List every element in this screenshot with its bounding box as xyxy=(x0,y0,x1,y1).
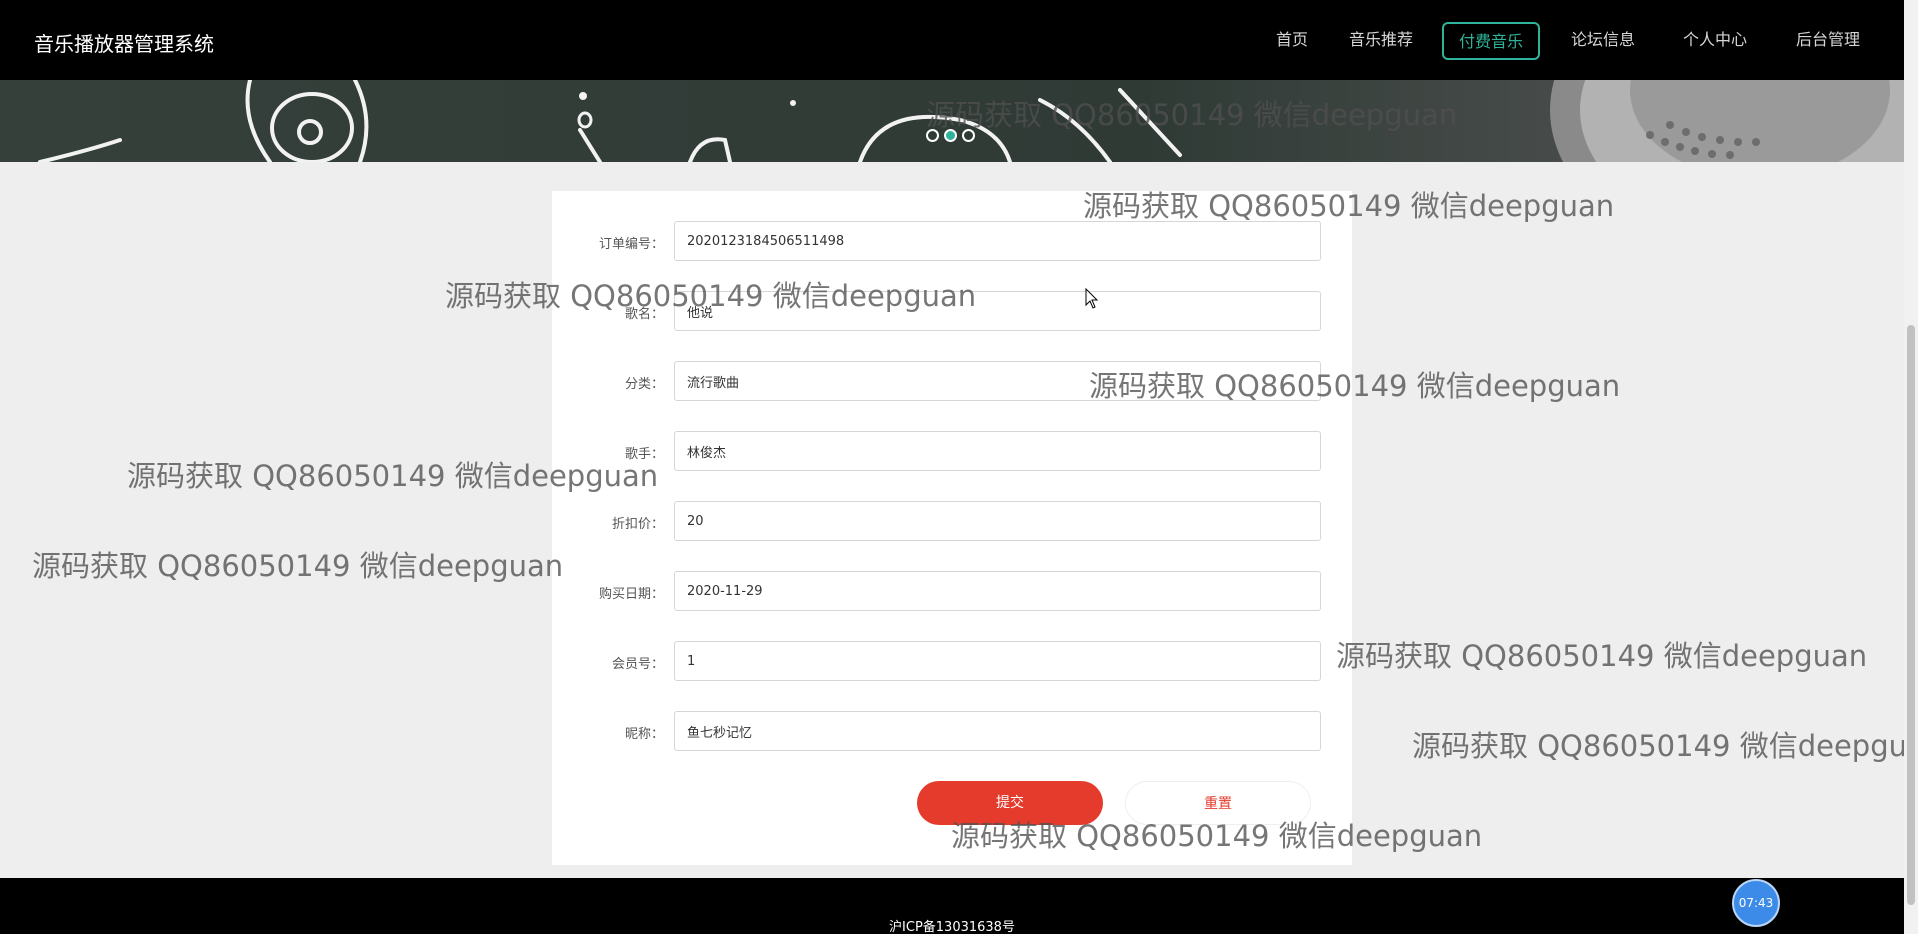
category-input[interactable] xyxy=(674,361,1321,401)
member-id-input[interactable] xyxy=(674,641,1321,681)
order-number-input[interactable] xyxy=(674,221,1321,261)
form-row-order-number: 订单编号： xyxy=(552,221,1352,261)
form-row-song-name: 歌名： xyxy=(552,291,1352,331)
nav-admin[interactable]: 后台管理 xyxy=(1790,22,1866,60)
category-label: 分类： xyxy=(624,377,664,392)
watermark: 源码获取 QQ86050149 微信deepguan xyxy=(1336,639,1868,673)
page-scrollbar[interactable] xyxy=(1904,0,1918,934)
form-row-nickname: 昵称： xyxy=(552,711,1352,751)
banner-image xyxy=(0,80,1904,162)
carousel-dot-3[interactable] xyxy=(962,129,975,142)
reset-button[interactable]: 重置 xyxy=(1125,781,1311,825)
clock-badge[interactable]: 07:43 xyxy=(1732,879,1780,927)
top-navbar: 音乐播放器管理系统 首页 音乐推荐 付费音乐 论坛信息 个人中心 后台管理 xyxy=(0,0,1904,80)
app-title: 音乐播放器管理系统 xyxy=(34,32,214,56)
order-detail-form: 订单编号： 歌名： 分类： 歌手： 折扣价： 购买日期： 会员号： 昵称： 提交… xyxy=(552,191,1352,865)
icp-record: 沪ICP备13031638号 xyxy=(889,920,1015,934)
song-name-label: 歌名： xyxy=(624,307,664,322)
song-name-input[interactable] xyxy=(674,291,1321,331)
form-row-purchase-date: 购买日期： xyxy=(552,571,1352,611)
submit-button[interactable]: 提交 xyxy=(917,781,1103,825)
form-row-member-id: 会员号： xyxy=(552,641,1352,681)
singer-input[interactable] xyxy=(674,431,1321,471)
nav-personal-center[interactable]: 个人中心 xyxy=(1678,22,1752,60)
watermark: 源码获取 QQ86050149 微信deepguan xyxy=(32,549,564,583)
carousel-dot-2[interactable] xyxy=(944,129,957,142)
form-row-singer: 歌手： xyxy=(552,431,1352,471)
member-id-label: 会员号： xyxy=(611,657,664,672)
singer-label: 歌手： xyxy=(624,447,664,462)
nav-music-recommend[interactable]: 音乐推荐 xyxy=(1345,22,1417,60)
nickname-label: 昵称： xyxy=(624,727,664,742)
form-row-discount-price: 折扣价： xyxy=(552,501,1352,541)
purchase-date-input[interactable] xyxy=(674,571,1321,611)
nav-forum[interactable]: 论坛信息 xyxy=(1565,22,1641,60)
discount-price-input[interactable] xyxy=(674,501,1321,541)
nav-paid-music[interactable]: 付费音乐 xyxy=(1442,22,1540,60)
carousel-dot-1[interactable] xyxy=(926,129,939,142)
nav-home[interactable]: 首页 xyxy=(1267,22,1317,60)
watermark: 源码获取 QQ86050149 微信deepguan xyxy=(1412,729,1904,763)
footer: 沪ICP备13031638号 xyxy=(0,878,1904,934)
discount-price-label: 折扣价： xyxy=(611,517,664,532)
form-row-category: 分类： xyxy=(552,361,1352,401)
nickname-input[interactable] xyxy=(674,711,1321,751)
scrollbar-thumb[interactable] xyxy=(1907,325,1915,905)
banner-carousel xyxy=(0,80,1904,162)
purchase-date-label: 购买日期： xyxy=(598,587,664,602)
order-number-label: 订单编号： xyxy=(598,237,664,252)
mouse-cursor-icon xyxy=(1085,288,1099,309)
